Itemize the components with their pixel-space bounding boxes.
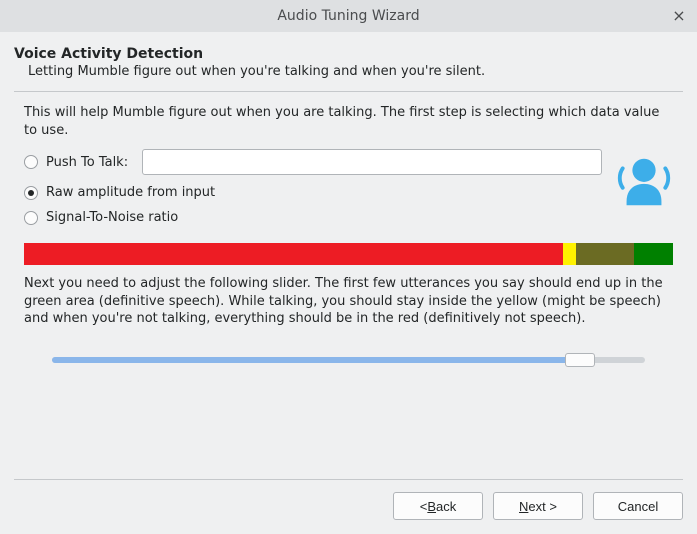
talking-user-icon: [613, 149, 675, 211]
back-mnemonic: B: [427, 499, 436, 514]
radio-snr[interactable]: [24, 211, 38, 225]
slider-help-text: Next you need to adjust the following sl…: [24, 275, 673, 328]
radio-snr-label: Signal-To-Noise ratio: [46, 210, 178, 225]
meter-olive-zone: [576, 243, 634, 265]
radio-raw-label: Raw amplitude from input: [46, 185, 215, 200]
radio-ptt-label: Push To Talk:: [46, 155, 128, 170]
next-button[interactable]: Next >: [493, 492, 583, 520]
meter-green-zone: [634, 243, 673, 265]
back-prefix: <: [420, 499, 428, 514]
intro-text: This will help Mumble figure out when yo…: [24, 104, 673, 139]
wizard-content: Voice Activity Detection Letting Mumble …: [0, 32, 697, 467]
back-rest: ack: [436, 499, 456, 514]
meter-yellow-zone: [563, 243, 576, 265]
cancel-label: Cancel: [618, 499, 658, 514]
divider: [14, 91, 683, 92]
vad-options: Push To Talk: Raw amplitude from input S…: [24, 149, 673, 229]
radio-ptt[interactable]: [24, 155, 38, 169]
radio-raw[interactable]: [24, 186, 38, 200]
ptt-shortcut-input[interactable]: [142, 149, 602, 175]
button-row: < Back Next > Cancel: [14, 492, 683, 520]
meter-red-zone: [24, 243, 563, 265]
wizard-window: Audio Tuning Wizard × Voice Activity Det…: [0, 0, 697, 534]
slider-thumb[interactable]: [565, 353, 595, 367]
vad-threshold-slider[interactable]: [52, 350, 645, 370]
window-title: Audio Tuning Wizard: [277, 8, 419, 24]
wizard-footer: < Back Next > Cancel: [0, 467, 697, 534]
footer-divider: [14, 479, 683, 480]
back-button[interactable]: < Back: [393, 492, 483, 520]
window-close-button[interactable]: ×: [671, 8, 687, 24]
option-push-to-talk[interactable]: Push To Talk:: [24, 149, 673, 175]
option-snr[interactable]: Signal-To-Noise ratio: [24, 210, 673, 225]
option-raw-amplitude[interactable]: Raw amplitude from input: [24, 185, 673, 200]
cancel-button[interactable]: Cancel: [593, 492, 683, 520]
level-meter: [24, 243, 673, 265]
titlebar: Audio Tuning Wizard ×: [0, 0, 697, 32]
next-mnemonic: N: [519, 499, 528, 514]
slider-fill: [52, 357, 580, 363]
page-title: Voice Activity Detection: [14, 46, 683, 62]
next-rest: ext >: [528, 499, 557, 514]
page-subtitle: Letting Mumble figure out when you're ta…: [28, 64, 683, 79]
